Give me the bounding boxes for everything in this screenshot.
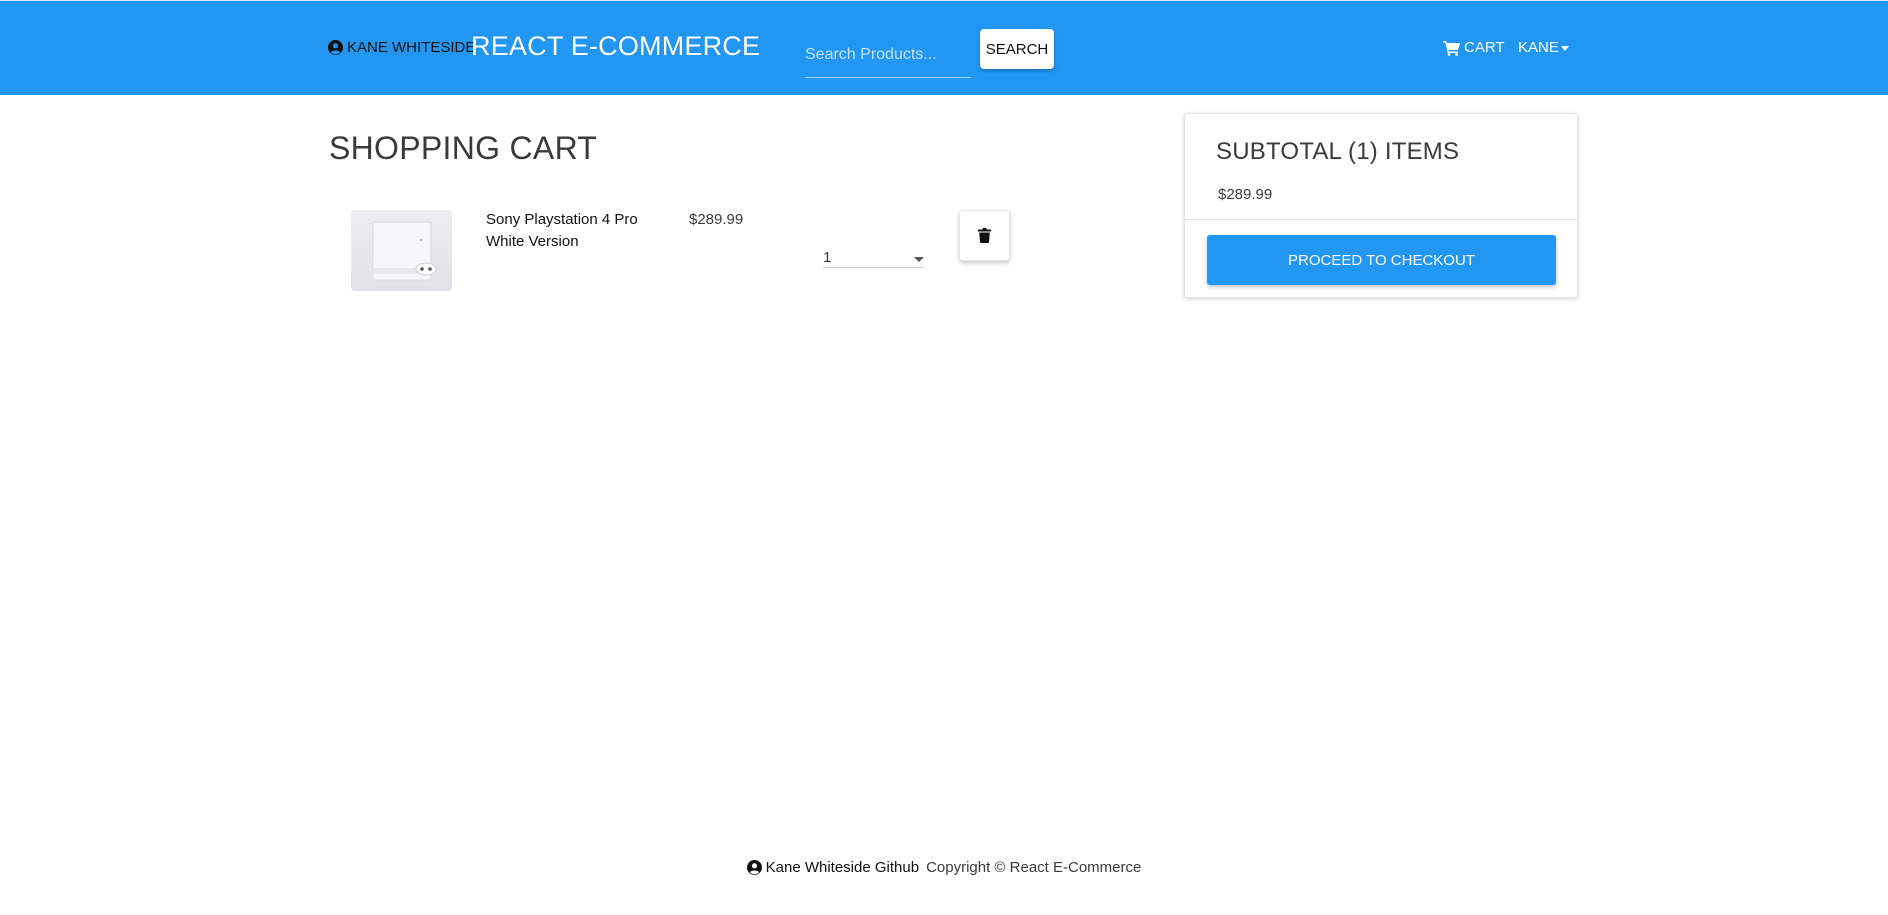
user-circle-icon bbox=[328, 40, 343, 55]
copyright-text: Copyright © React E-Commerce bbox=[926, 859, 1142, 876]
github-link-label: Kane Whiteside Github bbox=[765, 859, 920, 876]
product-name[interactable]: Sony Playstation 4 Pro White Version bbox=[486, 209, 646, 253]
shopping-cart-icon bbox=[1443, 40, 1460, 56]
github-link[interactable]: Kane Whiteside Github bbox=[746, 859, 920, 876]
search-button[interactable]: SEARCH bbox=[980, 29, 1054, 69]
quantity-value: 1 bbox=[823, 249, 832, 266]
proceed-to-checkout-button[interactable]: PROCEED TO CHECKOUT bbox=[1207, 235, 1556, 285]
search-input[interactable] bbox=[805, 32, 971, 78]
trash-icon bbox=[978, 228, 991, 243]
brand-title[interactable]: REACT E-COMMERCE bbox=[471, 31, 760, 62]
cart-link[interactable]: CART bbox=[1443, 39, 1505, 56]
owner-label: KANE WHITESIDE bbox=[347, 39, 476, 56]
subtotal-amount: $289.99 bbox=[1218, 186, 1273, 203]
order-summary-card: SUBTOTAL (1) ITEMS $289.99 PROCEED TO CH… bbox=[1184, 113, 1578, 298]
cart-item: Sony Playstation 4 Pro White Version $28… bbox=[329, 200, 1029, 310]
page-title: SHOPPING CART bbox=[329, 130, 598, 166]
user-circle-icon bbox=[746, 860, 762, 875]
product-price: $289.99 bbox=[689, 211, 744, 228]
footer: Kane Whiteside Github Copyright © React … bbox=[0, 859, 1888, 876]
remove-item-button[interactable] bbox=[959, 210, 1010, 261]
owner-link[interactable]: KANE WHITESIDE bbox=[328, 39, 475, 56]
divider bbox=[1185, 219, 1577, 220]
cart-label: CART bbox=[1464, 39, 1505, 56]
product-image[interactable] bbox=[351, 210, 452, 291]
user-menu-dropdown[interactable]: KANE bbox=[1518, 39, 1569, 56]
dropdown-arrow-icon bbox=[914, 257, 924, 262]
console-illustration bbox=[351, 210, 452, 291]
caret-down-icon bbox=[1560, 45, 1569, 51]
user-menu-label: KANE bbox=[1518, 39, 1559, 56]
top-navbar: KANE WHITESIDE REACT E-COMMERCE SEARCH C… bbox=[0, 0, 1888, 95]
quantity-select[interactable]: 1 bbox=[823, 220, 924, 268]
subtotal-title: SUBTOTAL (1) ITEMS bbox=[1216, 138, 1460, 165]
